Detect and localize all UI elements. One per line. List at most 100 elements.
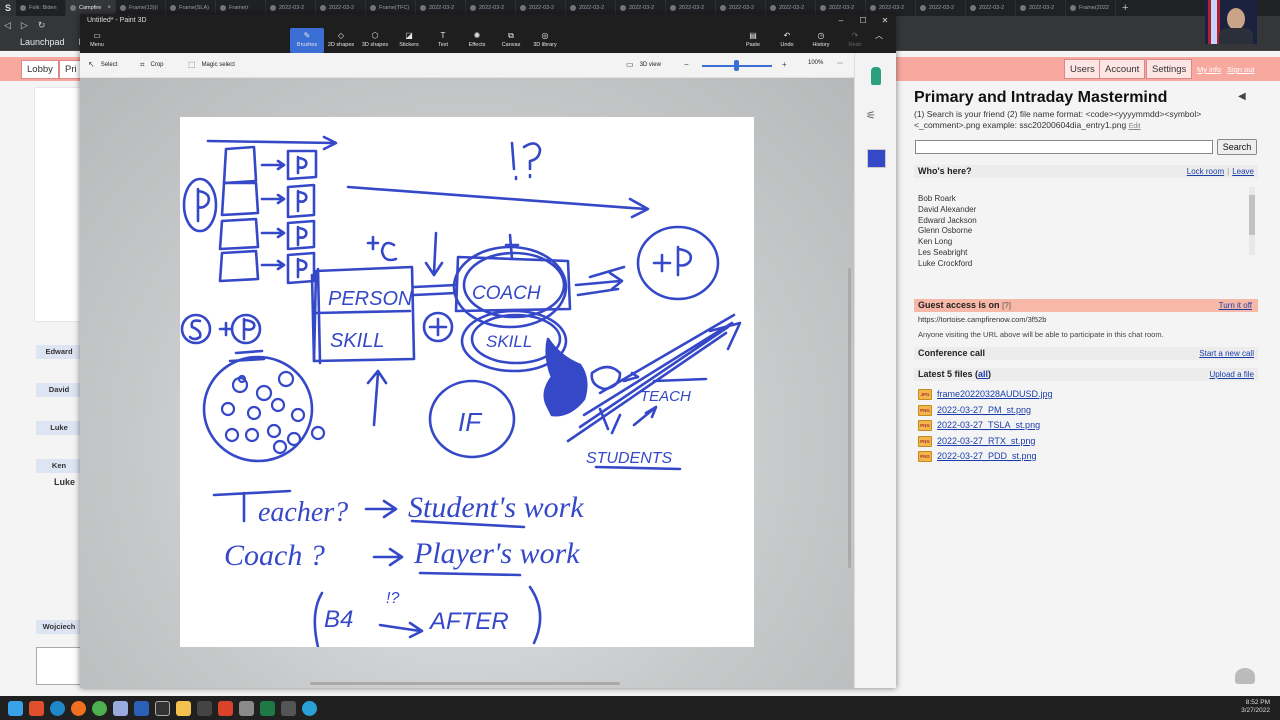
app-s-icon[interactable] <box>239 700 254 716</box>
tab-label: Frame(TFC) <box>379 5 410 11</box>
3d-view-toggle[interactable]: ▭ 3D view <box>626 60 661 69</box>
room-sidebar: Primary and Intraday Mastermind ◀ (1) Se… <box>906 87 1260 687</box>
file-link[interactable]: 2022-03-27_TSLA_st.png <box>937 418 1040 434</box>
minimize-icon[interactable]: – <box>830 14 852 28</box>
notepad-icon[interactable] <box>113 700 128 716</box>
tool-text[interactable]: T Text <box>426 28 460 53</box>
tool-3d-library[interactable]: ◎ 3D library <box>528 28 562 53</box>
my-info-link[interactable]: My info <box>1197 65 1221 74</box>
tool-canvas[interactable]: ⧉ Canvas <box>494 28 528 53</box>
file-link[interactable]: frame20220328AUDUSD.jpg <box>937 387 1053 403</box>
history-button[interactable]: ◷ History <box>804 28 838 53</box>
more-options-icon[interactable]: ⋯ <box>837 60 843 67</box>
webcam-overlay <box>1205 0 1257 44</box>
browser-tab[interactable]: 2022-03-2 <box>1016 0 1066 16</box>
nav-account[interactable]: Account <box>1099 59 1146 79</box>
file-item: PNG 2022-03-27_RTX_st.png <box>918 434 1053 450</box>
collapse-ribbon-button[interactable]: ︿ <box>866 28 892 53</box>
message-author: David <box>36 383 82 397</box>
drawing-canvas[interactable]: PERSON SKILL COACH SKILL IF TEACH STUDEN… <box>180 117 754 649</box>
undo-button[interactable]: ↶ Undo <box>770 28 804 53</box>
word-icon[interactable] <box>134 700 149 716</box>
maximize-icon[interactable]: ☐ <box>852 14 874 28</box>
back-icon[interactable]: ◁ <box>4 20 11 31</box>
file-explorer-icon[interactable] <box>176 700 191 716</box>
zoom-in-button[interactable]: + <box>782 60 787 69</box>
canvas-vertical-scrollbar[interactable] <box>848 268 851 568</box>
nav-settings[interactable]: Settings <box>1146 59 1193 79</box>
crop-tool[interactable]: ⌗ Crop <box>140 60 164 70</box>
start-icon[interactable] <box>8 700 23 716</box>
new-tab-button[interactable]: + <box>1116 2 1134 14</box>
tab-favicon-icon <box>920 5 926 11</box>
people-scrollbar[interactable] <box>1249 187 1255 255</box>
select-tool[interactable]: ↖ Select <box>88 60 117 69</box>
crop-icon: ⌗ <box>140 60 145 69</box>
tab-label: Frame(13)(i <box>129 5 158 11</box>
browser-tab[interactable]: 2022-03-2 <box>966 0 1016 16</box>
paste-button[interactable]: ▤ Paste <box>736 28 770 53</box>
tab-label: 2022-03-2 <box>829 5 855 11</box>
excel-icon[interactable] <box>260 700 275 716</box>
tool-3d-shapes[interactable]: ⬡ 3D shapes <box>358 28 392 53</box>
turn-off-guest-link[interactable]: Turn it off <box>1219 299 1252 312</box>
browser-tab[interactable]: 2022-03-2 <box>916 0 966 16</box>
speaker-icon[interactable]: ◀ <box>1238 91 1246 102</box>
sign-out-link[interactable]: Sign out <box>1227 65 1255 74</box>
brush-settings-icon[interactable]: ⚟ <box>866 109 876 122</box>
tab-lobby[interactable]: Lobby <box>21 60 59 79</box>
tool-2d-shapes[interactable]: ◇ 2D shapes <box>324 28 358 53</box>
svg-text:B4: B4 <box>324 606 353 633</box>
upload-file-link[interactable]: Upload a file <box>1210 370 1254 379</box>
file-item: PNG 2022-03-27_PDD_st.png <box>918 449 1053 465</box>
effects-icon: ✺ <box>473 31 481 40</box>
search-input[interactable] <box>915 140 1213 154</box>
paint3d-taskbar-icon[interactable] <box>302 700 317 716</box>
calculator-icon[interactable] <box>197 700 212 716</box>
tool-effects[interactable]: ✺ Effects <box>460 28 494 53</box>
marker-brush-icon[interactable] <box>871 67 881 85</box>
file-link[interactable]: 2022-03-27_PDD_st.png <box>937 449 1037 465</box>
zoom-out-button[interactable]: − <box>684 60 689 69</box>
zoom-slider-thumb[interactable] <box>733 60 739 71</box>
forward-icon[interactable]: ▷ <box>21 20 28 31</box>
system-clock[interactable]: 8:52 PM 3/27/2022 <box>1241 699 1270 715</box>
nav-users[interactable]: Users <box>1064 59 1101 79</box>
browser-tab[interactable]: Frame(2022 <box>1066 0 1116 16</box>
canvas-horizontal-scrollbar[interactable] <box>310 682 620 685</box>
window-title: Untitled* - Paint 3D <box>87 17 147 24</box>
all-files-link[interactable]: all <box>978 369 988 379</box>
brave-icon[interactable] <box>29 700 44 716</box>
tool-brushes[interactable]: ✎ Brushes <box>290 28 324 53</box>
tool-stickers[interactable]: ◪ Stickers <box>392 28 426 53</box>
close-icon[interactable]: ✕ <box>874 14 896 28</box>
menu-button[interactable]: ▭ Menu <box>80 28 114 53</box>
file-link[interactable]: 2022-03-27_PM_st.png <box>937 403 1031 419</box>
files-header: Latest 5 files (all) Upload a file <box>914 368 1258 381</box>
lock-room-link[interactable]: Lock room <box>1187 167 1224 176</box>
windows-taskbar: 8:52 PM 3/27/2022 <box>0 696 1280 720</box>
search-button[interactable]: Search <box>1217 139 1257 155</box>
firefox-icon[interactable] <box>71 700 86 716</box>
start-call-link[interactable]: Start a new call <box>1199 349 1254 358</box>
file-link[interactable]: 2022-03-27_RTX_st.png <box>937 434 1035 450</box>
magic-select-tool[interactable]: ⬚ Magic select <box>188 60 235 69</box>
svg-text:SKILL: SKILL <box>330 330 384 352</box>
edge-icon[interactable] <box>50 700 65 716</box>
file-icon: PNG <box>918 435 932 447</box>
person-name: Les Seabright <box>918 247 968 257</box>
brush-color-swatch[interactable] <box>867 149 886 168</box>
bookmark-launchpad[interactable]: Launchpad <box>20 37 65 47</box>
whos-here-header: Who's here? Lock room | Leave <box>914 165 1258 178</box>
message-input[interactable] <box>36 647 82 685</box>
app-icon[interactable] <box>281 700 296 716</box>
close-tab-icon[interactable]: × <box>107 5 111 11</box>
leave-link[interactable]: Leave <box>1232 167 1254 176</box>
reload-icon[interactable]: ↻ <box>38 20 46 31</box>
chrome-icon[interactable] <box>92 700 107 716</box>
edit-description-link[interactable]: Edit <box>1129 123 1141 130</box>
slides-icon[interactable] <box>218 700 233 716</box>
browser-tab[interactable]: Folk: Biden <box>16 0 66 16</box>
chart-app-icon[interactable] <box>155 700 170 716</box>
guest-help-link[interactable]: ? <box>1004 301 1008 310</box>
